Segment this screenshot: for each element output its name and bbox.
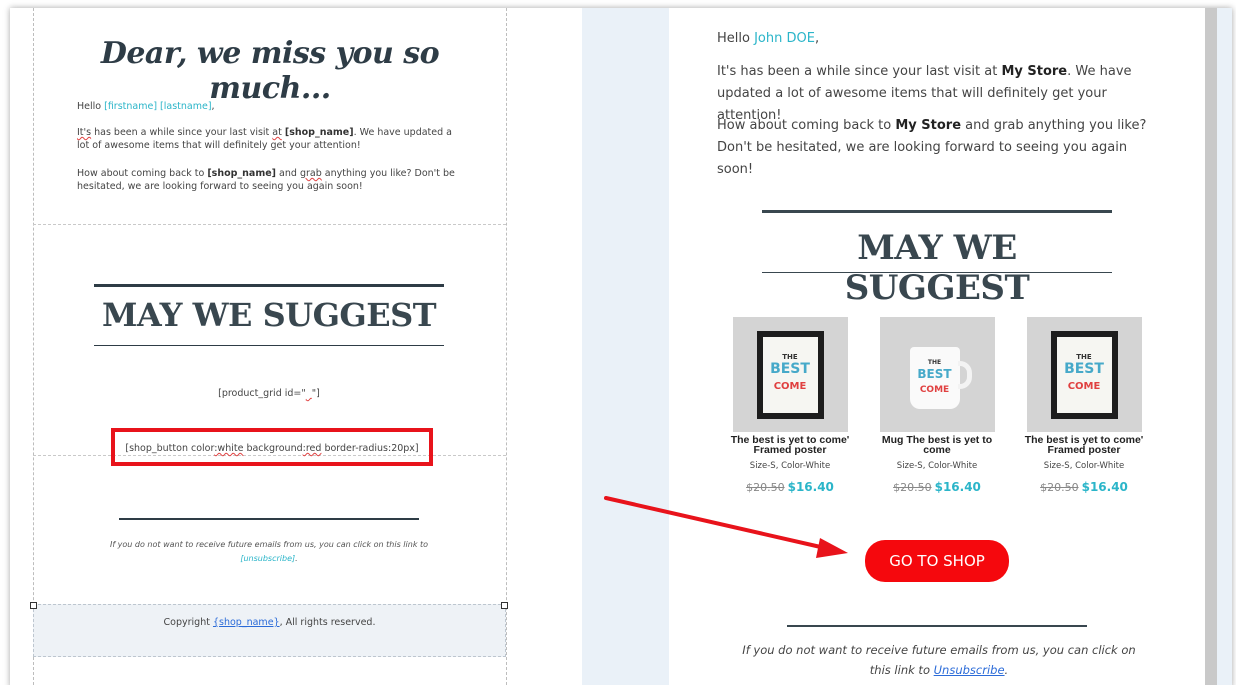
unsubscribe-note[interactable]: If you do not want to receive future ema… (84, 538, 454, 566)
template-editor[interactable]: Dear, we miss you so much... Hello [firs… (24, 8, 514, 685)
greeting-suffix: , (211, 101, 215, 112)
store-name: My Store (895, 118, 962, 133)
store-name: My Store (1001, 64, 1068, 79)
poster-word: THE (1076, 353, 1092, 361)
paragraph-2[interactable]: How about coming back to [shop_name] and… (77, 167, 467, 193)
editor-right-border (506, 8, 507, 685)
product-name[interactable]: The best is yet to come' Framed poster (1019, 435, 1149, 456)
product-price: $20.50 $16.40 (1019, 480, 1149, 494)
spell-mark: at (272, 127, 282, 138)
paragraph-1[interactable]: It's has been a while since your last vi… (77, 126, 467, 152)
old-price: $20.50 (746, 481, 785, 494)
suggest-heading[interactable]: MAY WE SUGGEST (94, 296, 444, 334)
greeting-text[interactable]: Hello [firstname] [lastname], (77, 100, 467, 113)
unsubscribe-link[interactable]: Unsubscribe (934, 663, 1005, 677)
text-span: How about coming back to (717, 118, 896, 133)
email-title[interactable]: Dear, we miss you so much... (60, 36, 480, 106)
preview-greeting: Hello John DOE, (717, 28, 1167, 50)
new-price: $16.40 (1081, 480, 1128, 494)
mug-handle (957, 361, 972, 389)
poster-word: THE (782, 353, 798, 361)
mug-word: COME (919, 385, 950, 395)
poster-word: BEST (770, 361, 810, 377)
unsubscribe-note: If you do not want to receive future ema… (739, 640, 1139, 680)
product-card[interactable]: THE BEST COME Mug The best is yet to com… (872, 317, 1002, 494)
text-span: , (814, 31, 820, 46)
footer-rule (787, 625, 1087, 627)
product-image[interactable]: THE BEST COME (1026, 317, 1142, 432)
new-price: $16.40 (934, 480, 981, 494)
editor-left-border (33, 8, 34, 685)
shop-name-link[interactable]: {shop_name} (213, 617, 280, 628)
text-span: has been a while since your last visit (91, 127, 273, 138)
poster-word: BEST (1064, 361, 1104, 377)
text-span: and (276, 168, 300, 179)
copyright-footer[interactable]: Copyright {shop_name}, All rights reserv… (33, 604, 506, 657)
text-span: Copyright (163, 617, 213, 628)
resize-handle[interactable] (501, 602, 508, 609)
preview-paragraph-2: How about coming back to My Store and gr… (717, 115, 1167, 181)
text-span: How about coming back to (77, 168, 208, 179)
scrollbar-gutter (1217, 8, 1232, 685)
resize-handle[interactable] (30, 602, 37, 609)
product-price: $20.50 $16.40 (872, 480, 1002, 494)
spell-mark: grab (299, 168, 322, 179)
poster-image: THE BEST COME (756, 331, 824, 419)
product-attributes: Size-S, Color-White (749, 461, 831, 471)
text-span: Hello (717, 31, 755, 46)
shop-name-tag: [shop_name] (284, 127, 354, 138)
product-name[interactable]: The best is yet to come' Framed poster (725, 435, 855, 456)
suggest-heading: MAY WE SUGGEST (844, 228, 1030, 308)
name-tags: [firstname] [lastname] (104, 101, 212, 112)
product-name[interactable]: Mug The best is yet to come (872, 435, 1002, 456)
poster-word: COME (1067, 381, 1101, 392)
poster-image: THE BEST COME (1050, 331, 1118, 419)
spell-mark: It's (77, 127, 92, 138)
greeting-prefix: Hello (77, 101, 105, 112)
customer-name: John DOE (754, 31, 815, 46)
product-price: $20.50 $16.40 (725, 480, 855, 494)
email-preview: Hello John DOE, It's has been a while si… (669, 8, 1205, 685)
product-image[interactable]: THE BEST COME (879, 317, 995, 432)
product-image[interactable]: THE BEST COME (732, 317, 848, 432)
text-span: If you do not want to receive future ema… (109, 540, 429, 549)
unsubscribe-tag: [unsubscribe] (240, 554, 296, 563)
old-price: $20.50 (893, 481, 932, 494)
mug-word: THE (927, 359, 942, 366)
footer-rule (119, 518, 419, 520)
go-to-shop-button[interactable]: GO TO SHOP (865, 540, 1009, 582)
section-divider (33, 224, 506, 225)
heading-top-rule (94, 284, 444, 287)
product-card[interactable]: THE BEST COME The best is yet to come' F… (725, 317, 855, 494)
shop-name-tag: [shop_name] (207, 168, 277, 179)
heading-bottom-rule (94, 345, 444, 346)
heading-top-rule (762, 210, 1112, 213)
preview-scrollbar[interactable] (1205, 8, 1217, 685)
product-card[interactable]: THE BEST COME The best is yet to come' F… (1019, 317, 1149, 494)
text-span: . (1004, 663, 1009, 677)
old-price: $20.50 (1040, 481, 1079, 494)
product-attributes: Size-S, Color-White (896, 461, 978, 471)
text-span: "] (311, 388, 320, 399)
product-attributes: Size-S, Color-White (1043, 461, 1125, 471)
highlight-box (111, 428, 433, 466)
text-span: It's has been a while since your last vi… (717, 64, 1002, 79)
mug-image: THE BEST COME (909, 347, 960, 409)
mug-word: BEST (917, 367, 952, 381)
text-span: , All rights reserved. (279, 617, 376, 628)
poster-word: COME (773, 381, 807, 392)
new-price: $16.40 (787, 480, 834, 494)
text-span: . (295, 554, 298, 563)
product-grid-shortcode[interactable]: [product_grid id=" "] (174, 388, 364, 399)
heading-bottom-rule (762, 272, 1112, 273)
text-span: [product_grid id=" (218, 388, 306, 399)
